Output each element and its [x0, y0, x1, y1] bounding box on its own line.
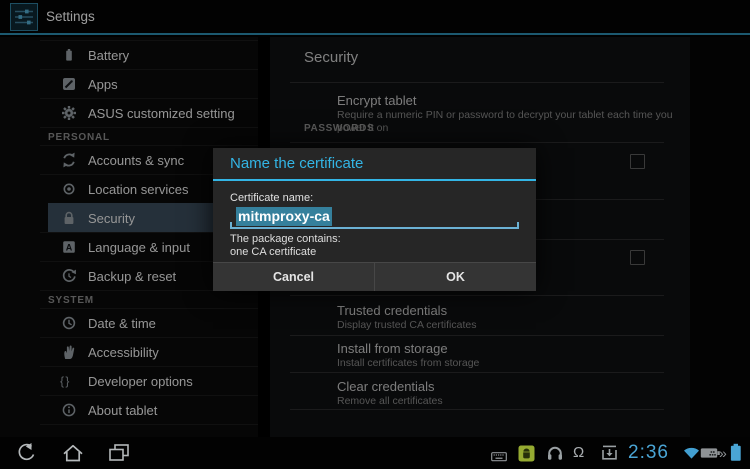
selected-text: mitmproxy-ca — [236, 207, 332, 226]
certificate-name-input[interactable]: mitmproxy-ca — [230, 206, 519, 227]
dialog-title: Name the certificate — [230, 148, 363, 179]
home-button[interactable] — [60, 442, 86, 469]
dialog-title-divider — [213, 179, 536, 181]
keyboard-icon[interactable] — [491, 449, 507, 467]
package-contains-value: one CA certificate — [230, 246, 316, 259]
dialog-button-bar: Cancel OK — [213, 262, 536, 291]
screenshot-tray-icon[interactable] — [601, 445, 618, 466]
android-screen: Settings BatteryAppsASUS customized sett… — [0, 0, 750, 469]
package-contains-label: The package contains: — [230, 233, 341, 246]
dock-battery-icon[interactable] — [700, 446, 721, 465]
cancel-button[interactable]: Cancel — [213, 263, 375, 291]
system-bar: Ω 2:36 » — [0, 437, 750, 469]
input-underline — [230, 227, 519, 229]
usb-debugging-icon[interactable] — [518, 445, 535, 467]
chevron-expand-icon[interactable]: » — [719, 445, 727, 461]
status-clock[interactable]: 2:36 — [628, 442, 669, 464]
headphones-icon[interactable]: Ω — [573, 444, 584, 461]
ok-button[interactable]: OK — [375, 263, 536, 291]
wifi-icon[interactable] — [683, 445, 700, 465]
back-button[interactable] — [15, 442, 41, 469]
recent-apps-button[interactable] — [106, 442, 132, 469]
name-certificate-dialog: Name the certificate Certificate name: m… — [213, 148, 536, 291]
headset-icon[interactable] — [546, 445, 564, 466]
certificate-name-label: Certificate name: — [230, 192, 313, 204]
battery-icon[interactable] — [730, 443, 742, 467]
